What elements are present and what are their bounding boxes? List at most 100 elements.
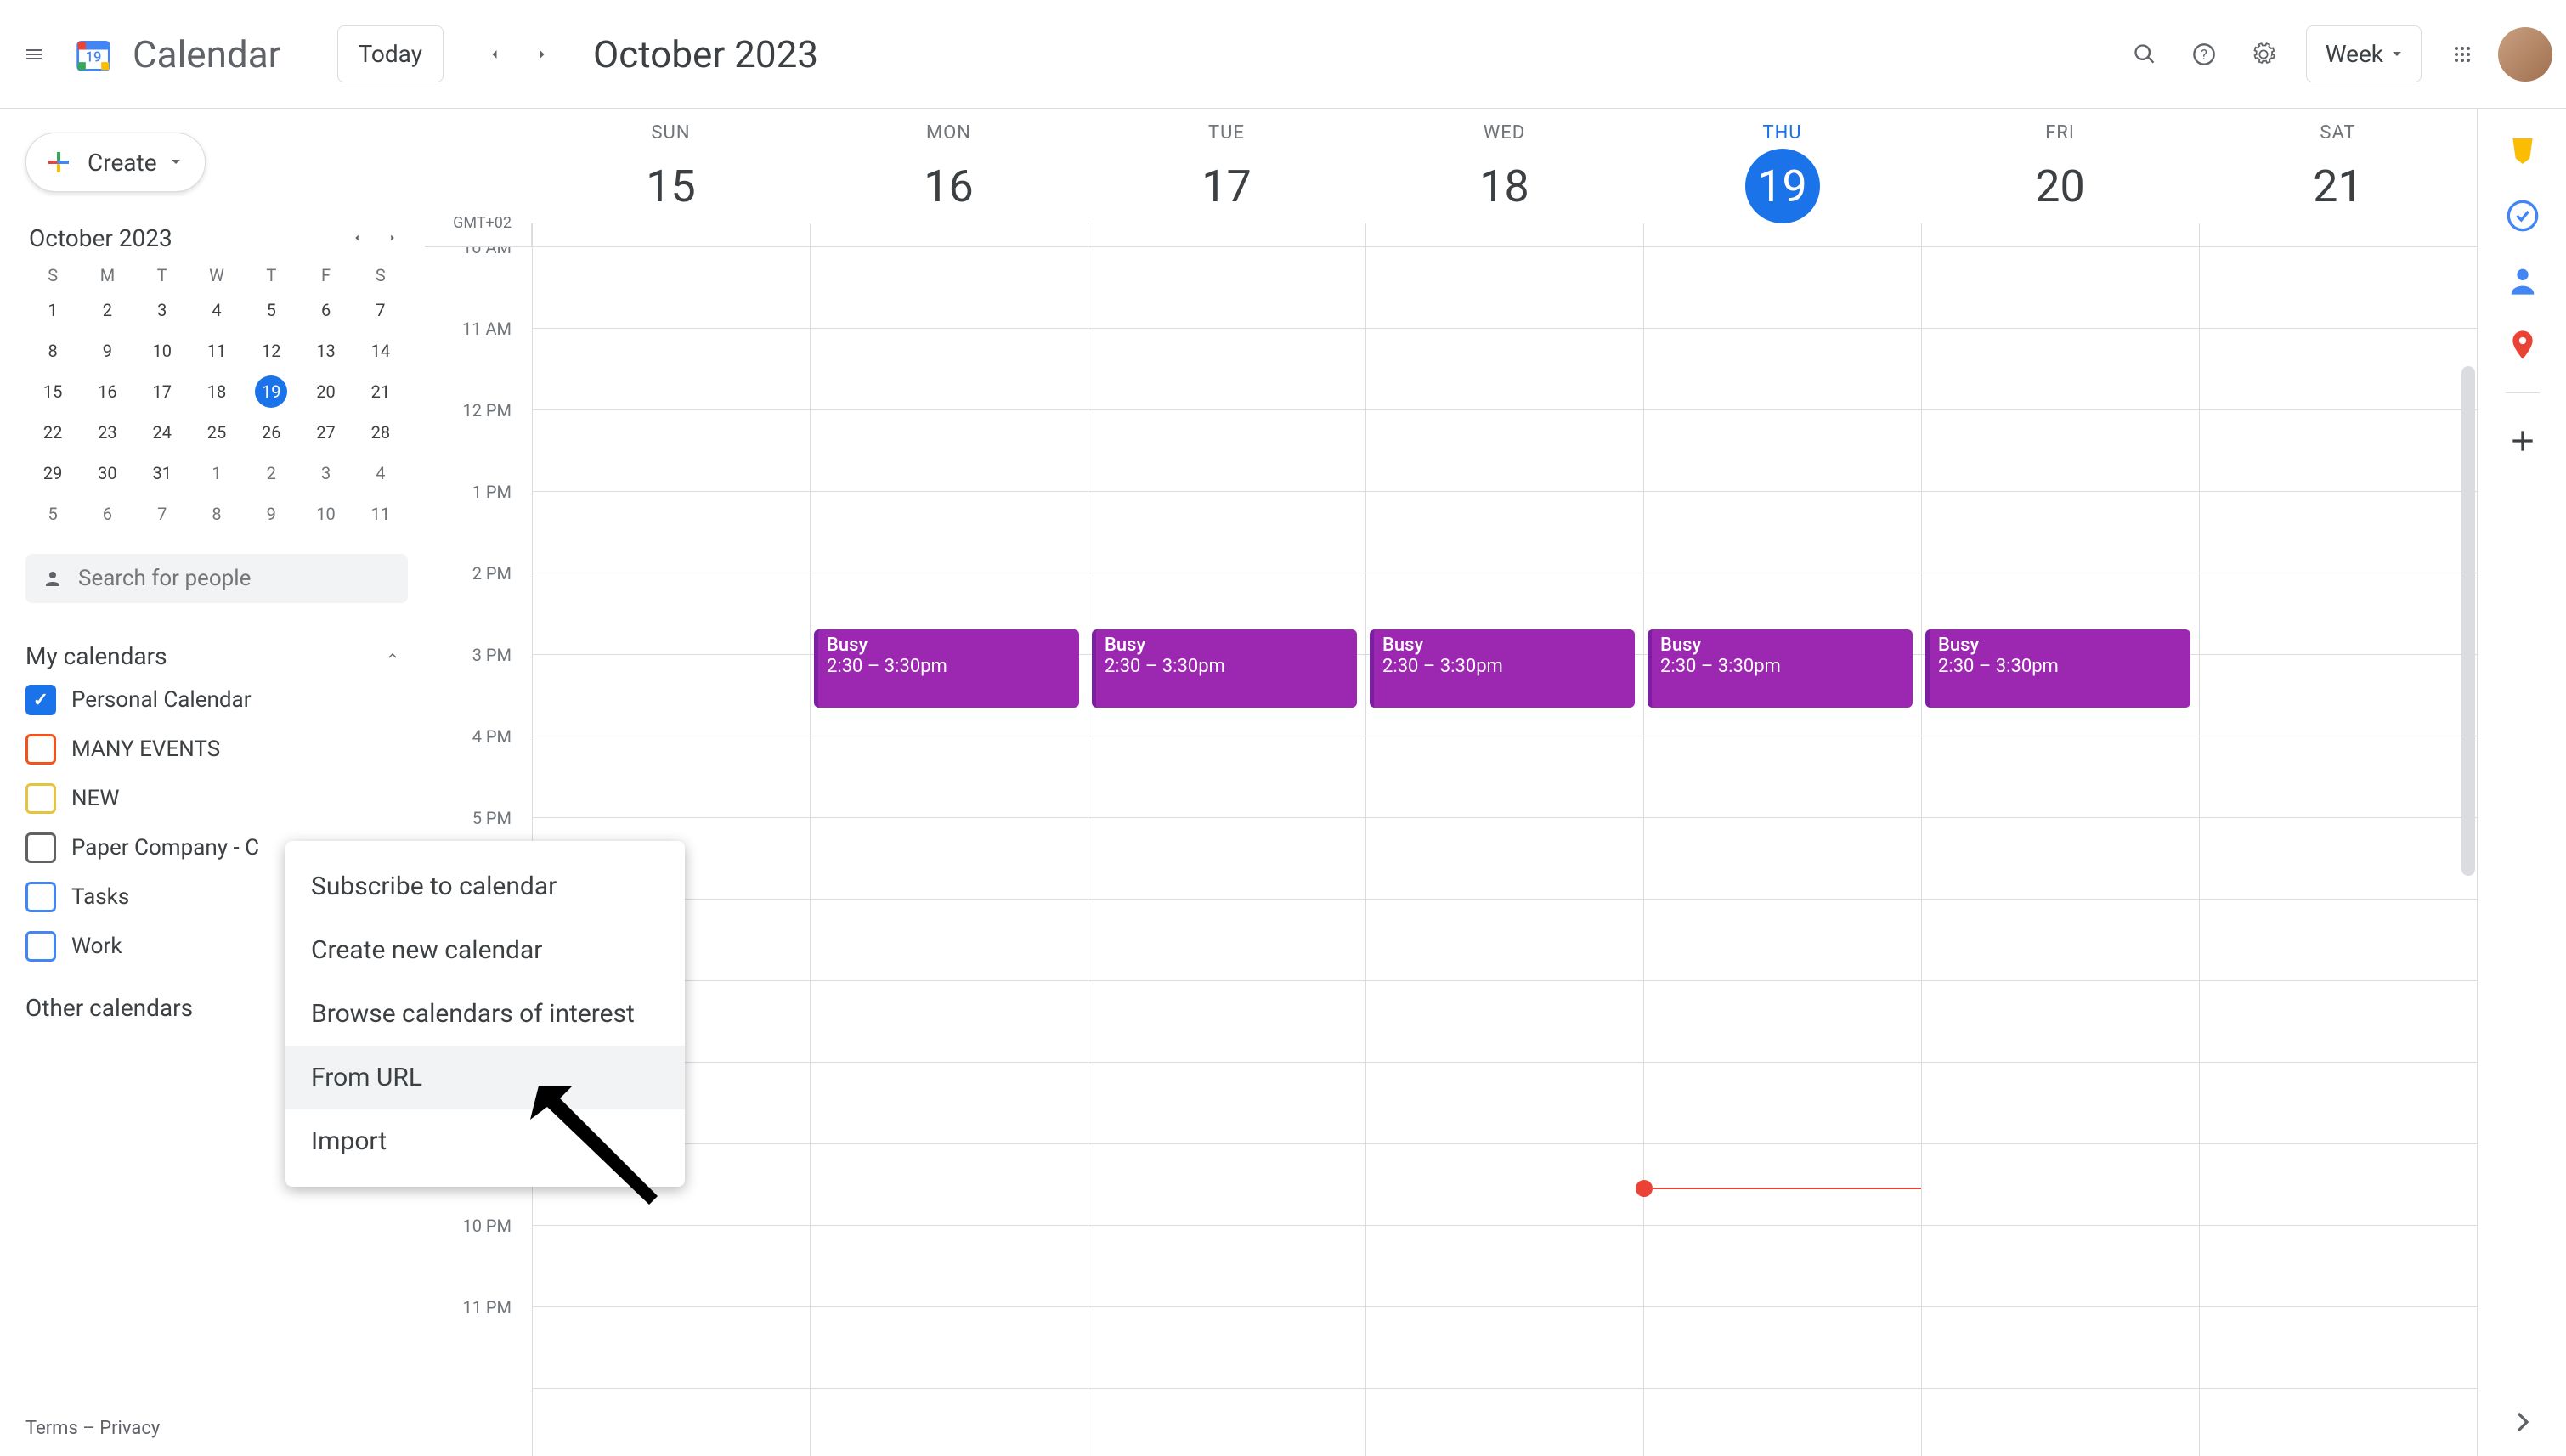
my-calendars-toggle[interactable] — [377, 641, 408, 671]
mini-day[interactable]: 19 — [255, 375, 287, 408]
mini-day[interactable]: 1 — [37, 294, 69, 326]
mini-day[interactable]: 15 — [37, 375, 69, 408]
mini-day[interactable]: 9 — [91, 335, 123, 367]
calendar-checkbox[interactable] — [25, 734, 56, 765]
menu-item[interactable]: Create new calendar — [285, 918, 685, 982]
calendar-event[interactable]: Busy2:30 – 3:30pm — [1925, 629, 2190, 708]
calendar-list-item[interactable]: Personal Calendar — [25, 680, 408, 720]
settings-button[interactable] — [2243, 34, 2284, 75]
calendar-checkbox[interactable] — [25, 685, 56, 715]
day-number[interactable]: 17 — [1190, 149, 1264, 223]
search-people-field[interactable] — [25, 554, 408, 603]
scrollbar[interactable] — [2461, 366, 2475, 876]
menu-item[interactable]: Subscribe to calendar — [285, 855, 685, 918]
mini-day[interactable]: 13 — [310, 335, 342, 367]
day-number[interactable]: 20 — [2023, 149, 2098, 223]
day-number[interactable]: 16 — [912, 149, 986, 223]
calendar-checkbox[interactable] — [25, 931, 56, 962]
keep-icon — [2506, 134, 2540, 168]
day-number[interactable]: 21 — [2301, 149, 2376, 223]
mini-day[interactable]: 4 — [201, 294, 233, 326]
mini-day[interactable]: 16 — [91, 375, 123, 408]
mini-day[interactable]: 11 — [201, 335, 233, 367]
mini-day[interactable]: 22 — [37, 416, 69, 449]
mini-day[interactable]: 2 — [255, 457, 287, 489]
calendar-list-item[interactable]: NEW — [25, 778, 408, 819]
privacy-link[interactable]: Privacy — [99, 1418, 160, 1439]
support-button[interactable]: ? — [2184, 34, 2224, 75]
mini-day[interactable]: 31 — [146, 457, 178, 489]
calendar-event[interactable]: Busy2:30 – 3:30pm — [1092, 629, 1357, 708]
mini-day[interactable]: 28 — [365, 416, 397, 449]
calendar-checkbox[interactable] — [25, 832, 56, 863]
mini-day[interactable]: 10 — [310, 498, 342, 530]
mini-day[interactable]: 11 — [365, 498, 397, 530]
mini-day[interactable]: 8 — [201, 498, 233, 530]
prev-week-button[interactable] — [474, 34, 515, 75]
contacts-button[interactable] — [2506, 263, 2540, 297]
mini-next-month[interactable] — [377, 223, 408, 253]
maps-button[interactable] — [2506, 328, 2540, 362]
mini-day[interactable]: 18 — [201, 375, 233, 408]
main-menu-button[interactable] — [14, 34, 54, 75]
addons-button[interactable] — [2506, 424, 2540, 458]
mini-day[interactable]: 7 — [146, 498, 178, 530]
mini-day[interactable]: 8 — [37, 335, 69, 367]
mini-day[interactable]: 30 — [91, 457, 123, 489]
mini-day[interactable]: 10 — [146, 335, 178, 367]
mini-day[interactable]: 3 — [310, 457, 342, 489]
terms-link[interactable]: Terms — [25, 1418, 78, 1439]
hour-label: 3 PM — [425, 645, 532, 726]
mini-day[interactable]: 9 — [255, 498, 287, 530]
collapse-side-panel[interactable] — [2506, 1405, 2540, 1439]
view-switcher[interactable]: Week — [2306, 25, 2422, 82]
mini-day[interactable]: 21 — [365, 375, 397, 408]
calendar-event[interactable]: Busy2:30 – 3:30pm — [1370, 629, 1635, 708]
mini-day[interactable]: 6 — [310, 294, 342, 326]
mini-day[interactable]: 3 — [146, 294, 178, 326]
mini-day[interactable]: 20 — [310, 375, 342, 408]
mini-day[interactable]: 17 — [146, 375, 178, 408]
calendar-event[interactable]: Busy2:30 – 3:30pm — [814, 629, 1079, 708]
search-button[interactable] — [2124, 34, 2165, 75]
mini-day[interactable]: 26 — [255, 416, 287, 449]
mini-day[interactable]: 23 — [91, 416, 123, 449]
google-apps-button[interactable] — [2442, 34, 2483, 75]
mini-day[interactable]: 24 — [146, 416, 178, 449]
day-column[interactable]: Busy2:30 – 3:30pm — [1921, 247, 2199, 1456]
calendar-list-item[interactable]: MANY EVENTS — [25, 729, 408, 770]
day-number[interactable]: 15 — [634, 149, 709, 223]
calendar-checkbox[interactable] — [25, 882, 56, 912]
account-avatar[interactable] — [2498, 27, 2552, 82]
day-number[interactable]: 18 — [1467, 149, 1542, 223]
mini-day[interactable]: 27 — [310, 416, 342, 449]
mini-day[interactable]: 14 — [365, 335, 397, 367]
day-column[interactable]: Busy2:30 – 3:30pm — [810, 247, 1088, 1456]
mini-day[interactable]: 5 — [37, 498, 69, 530]
today-button[interactable]: Today — [337, 25, 444, 82]
keep-button[interactable] — [2506, 134, 2540, 168]
day-number[interactable]: 19 — [1745, 149, 1820, 223]
mini-prev-month[interactable] — [342, 223, 372, 253]
create-button[interactable]: Create — [25, 133, 206, 192]
menu-item[interactable]: Browse calendars of interest — [285, 982, 685, 1046]
day-column[interactable]: Busy2:30 – 3:30pm — [1088, 247, 1365, 1456]
mini-day[interactable]: 25 — [201, 416, 233, 449]
mini-day[interactable]: 1 — [201, 457, 233, 489]
mini-day[interactable]: 29 — [37, 457, 69, 489]
day-column[interactable] — [2199, 247, 2477, 1456]
mini-day[interactable]: 6 — [91, 498, 123, 530]
tasks-button[interactable] — [2506, 199, 2540, 233]
next-week-button[interactable] — [522, 34, 562, 75]
mini-day[interactable]: 2 — [91, 294, 123, 326]
day-header: WED18 — [1365, 109, 1643, 223]
mini-day[interactable]: 7 — [365, 294, 397, 326]
calendar-event[interactable]: Busy2:30 – 3:30pm — [1648, 629, 1913, 708]
day-column[interactable]: Busy2:30 – 3:30pm — [1643, 247, 1921, 1456]
day-column[interactable]: Busy2:30 – 3:30pm — [1365, 247, 1643, 1456]
mini-day[interactable]: 12 — [255, 335, 287, 367]
search-people-input[interactable] — [78, 566, 391, 591]
calendar-checkbox[interactable] — [25, 783, 56, 814]
mini-day[interactable]: 5 — [255, 294, 287, 326]
mini-day[interactable]: 4 — [365, 457, 397, 489]
